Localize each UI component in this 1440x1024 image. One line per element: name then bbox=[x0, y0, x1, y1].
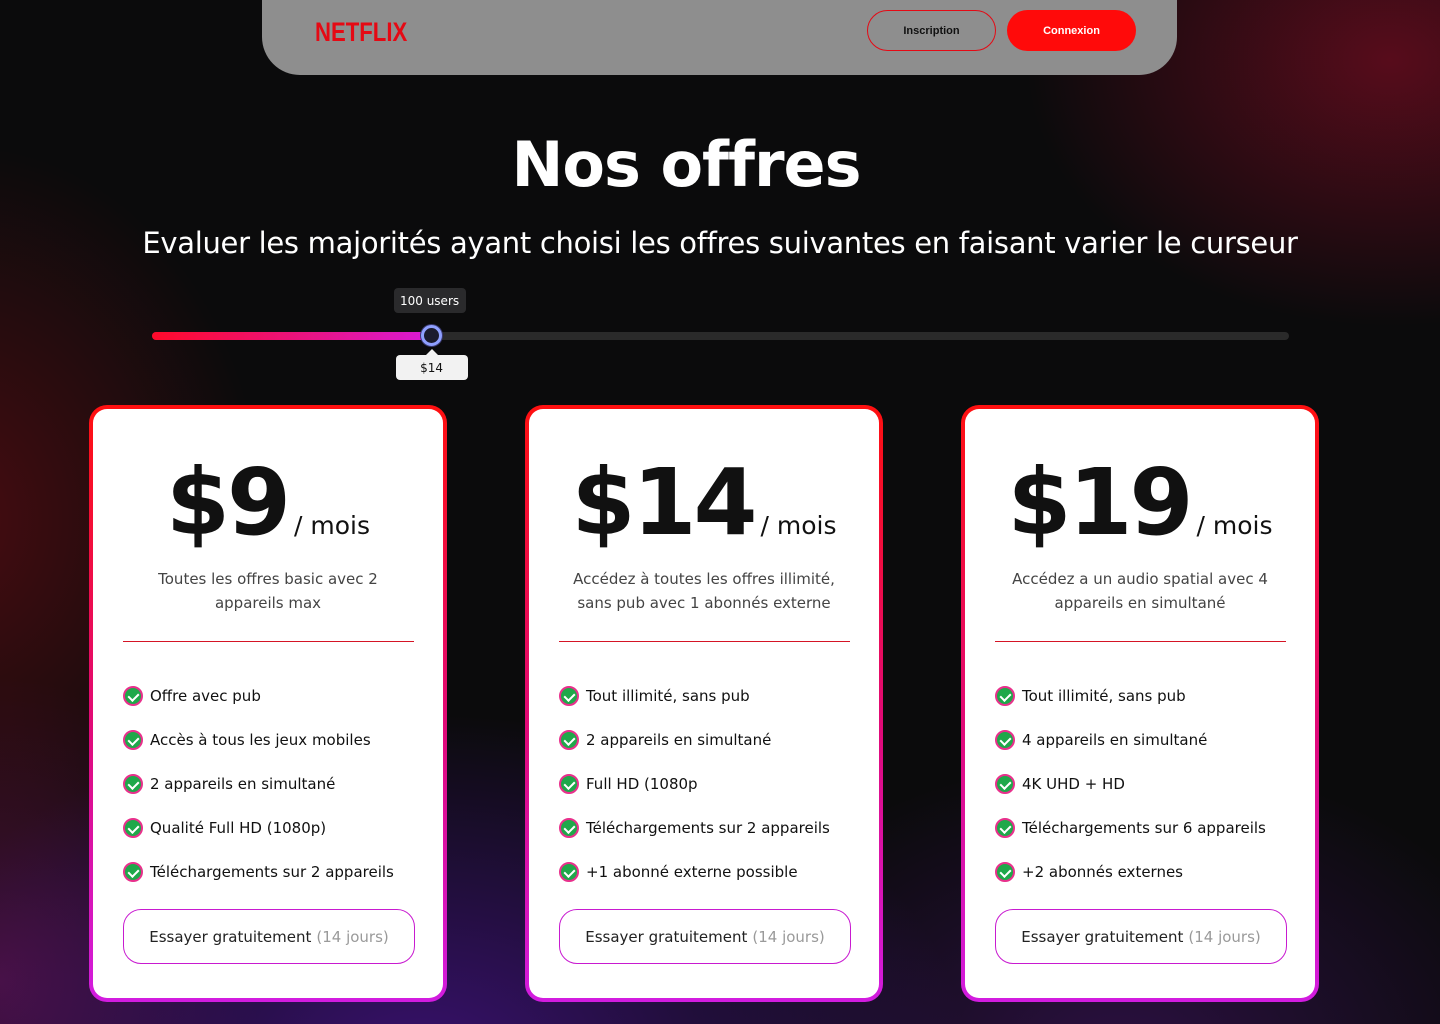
price-row: $14 / mois bbox=[529, 457, 879, 549]
feature-item: +2 abonnés externes bbox=[995, 850, 1295, 894]
feature-label: Full HD (1080p bbox=[586, 775, 698, 793]
top-navbar: NETFLIX Inscription Connexion bbox=[262, 0, 1177, 75]
feature-item: Offre avec pub bbox=[123, 674, 423, 718]
free-trial-button[interactable]: Essayer gratuitement (14 jours) bbox=[995, 909, 1287, 964]
feature-label: Tout illimité, sans pub bbox=[1022, 687, 1186, 705]
login-button[interactable]: Connexion bbox=[1007, 10, 1136, 51]
free-trial-label: Essayer gratuitement bbox=[149, 927, 312, 946]
feature-label: 4K UHD + HD bbox=[1022, 775, 1125, 793]
users-slider-thumb[interactable] bbox=[420, 325, 442, 346]
feature-list: Tout illimité, sans pub 4 appareils en s… bbox=[995, 674, 1295, 894]
check-circle-icon bbox=[559, 774, 579, 794]
free-trial-duration: (14 jours) bbox=[752, 927, 825, 946]
plan-price-unit: / mois bbox=[1196, 511, 1273, 540]
users-slider-track[interactable] bbox=[152, 332, 1289, 340]
page-subtitle: Evaluer les majorités ayant choisi les o… bbox=[142, 226, 1298, 260]
free-trial-button[interactable]: Essayer gratuitement (14 jours) bbox=[559, 909, 851, 964]
check-circle-icon bbox=[559, 686, 579, 706]
price-row: $9 / mois bbox=[93, 457, 443, 549]
plan-price: $14 bbox=[571, 449, 757, 556]
feature-item: Full HD (1080p bbox=[559, 762, 859, 806]
feature-item: 2 appareils en simultané bbox=[123, 762, 423, 806]
plan-description: Toutes les offres basic avec 2 appareils… bbox=[158, 570, 378, 612]
feature-label: Téléchargements sur 2 appareils bbox=[150, 863, 394, 881]
check-circle-icon bbox=[123, 686, 143, 706]
feature-item: Téléchargements sur 2 appareils bbox=[559, 806, 859, 850]
check-circle-icon bbox=[559, 818, 579, 838]
feature-item: Tout illimité, sans pub bbox=[559, 674, 859, 718]
check-circle-icon bbox=[123, 862, 143, 882]
feature-item: 4K UHD + HD bbox=[995, 762, 1295, 806]
free-trial-button[interactable]: Essayer gratuitement (14 jours) bbox=[123, 909, 415, 964]
check-circle-icon bbox=[995, 818, 1015, 838]
feature-label: 4 appareils en simultané bbox=[1022, 731, 1208, 749]
plan-price: $19 bbox=[1007, 449, 1193, 556]
feature-list: Tout illimité, sans pub 2 appareils en s… bbox=[559, 674, 859, 894]
check-circle-icon bbox=[123, 730, 143, 750]
feature-label: +1 abonné externe possible bbox=[586, 863, 798, 881]
check-circle-icon bbox=[123, 774, 143, 794]
free-trial-label: Essayer gratuitement bbox=[1021, 927, 1184, 946]
feature-item: Accès à tous les jeux mobiles bbox=[123, 718, 423, 762]
card-divider bbox=[559, 641, 850, 642]
slider-price-tooltip: $14 bbox=[395, 349, 468, 380]
feature-label: Tout illimité, sans pub bbox=[586, 687, 750, 705]
plan-price-unit: / mois bbox=[294, 511, 371, 540]
feature-item: 2 appareils en simultané bbox=[559, 718, 859, 762]
feature-label: Téléchargements sur 6 appareils bbox=[1022, 819, 1266, 837]
signup-button[interactable]: Inscription bbox=[867, 10, 996, 51]
feature-label: 2 appareils en simultané bbox=[150, 775, 336, 793]
check-circle-icon bbox=[995, 730, 1015, 750]
feature-label: Qualité Full HD (1080p) bbox=[150, 819, 327, 837]
netflix-logo[interactable]: NETFLIX bbox=[315, 17, 407, 48]
slider-users-tooltip: 100 users bbox=[393, 288, 466, 313]
feature-list: Offre avec pub Accès à tous les jeux mob… bbox=[123, 674, 423, 894]
feature-item: Téléchargements sur 6 appareils bbox=[995, 806, 1295, 850]
check-circle-icon bbox=[995, 774, 1015, 794]
check-circle-icon bbox=[995, 686, 1015, 706]
feature-label: 2 appareils en simultané bbox=[586, 731, 772, 749]
price-row: $19 / mois bbox=[965, 457, 1315, 549]
check-circle-icon bbox=[559, 862, 579, 882]
card-divider bbox=[123, 641, 414, 642]
plan-card-standard: $14 / mois Accédez à toutes les offres i… bbox=[525, 405, 883, 1002]
free-trial-label: Essayer gratuitement bbox=[585, 927, 748, 946]
free-trial-duration: (14 jours) bbox=[316, 927, 389, 946]
check-circle-icon bbox=[995, 862, 1015, 882]
plan-description: Accédez a un audio spatial avec 4 appare… bbox=[1012, 570, 1268, 612]
card-divider bbox=[995, 641, 1286, 642]
free-trial-duration: (14 jours) bbox=[1188, 927, 1261, 946]
feature-item: Tout illimité, sans pub bbox=[995, 674, 1295, 718]
feature-label: Offre avec pub bbox=[150, 687, 261, 705]
users-slider-fill bbox=[152, 332, 431, 340]
plan-card-premium: $19 / mois Accédez a un audio spatial av… bbox=[961, 405, 1319, 1002]
check-circle-icon bbox=[559, 730, 579, 750]
feature-item: 4 appareils en simultané bbox=[995, 718, 1295, 762]
feature-label: +2 abonnés externes bbox=[1022, 863, 1184, 881]
plan-card-basic: $9 / mois Toutes les offres basic avec 2… bbox=[89, 405, 447, 1002]
plan-price: $9 bbox=[165, 449, 291, 556]
feature-item: Téléchargements sur 2 appareils bbox=[123, 850, 423, 894]
feature-label: Accès à tous les jeux mobiles bbox=[150, 731, 371, 749]
page-title: Nos offres bbox=[511, 128, 861, 201]
plan-price-unit: / mois bbox=[760, 511, 837, 540]
feature-item: +1 abonné externe possible bbox=[559, 850, 859, 894]
plan-description: Accédez à toutes les offres illimité, sa… bbox=[573, 570, 835, 612]
feature-label: Téléchargements sur 2 appareils bbox=[586, 819, 830, 837]
check-circle-icon bbox=[123, 818, 143, 838]
feature-item: Qualité Full HD (1080p) bbox=[123, 806, 423, 850]
